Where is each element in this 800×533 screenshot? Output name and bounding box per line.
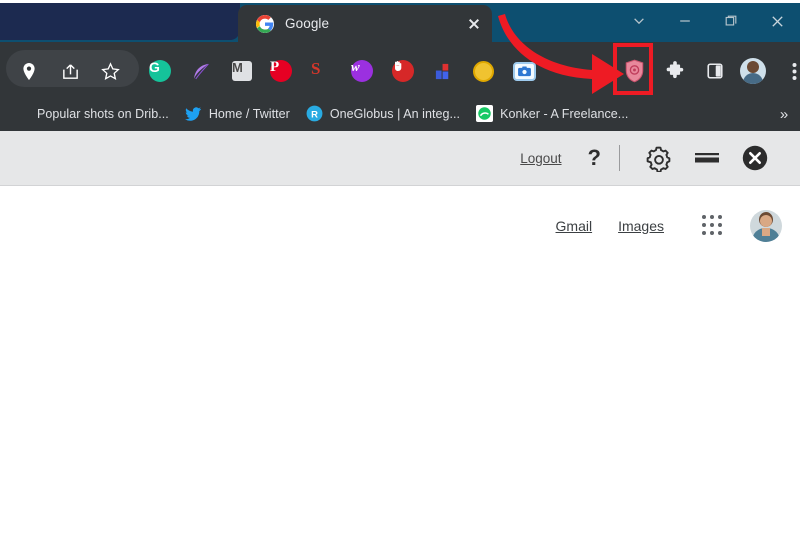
maximize-icon[interactable]: [708, 0, 754, 42]
bookmark-item[interactable]: Home / Twitter: [178, 101, 297, 127]
puzzle-extensions-icon[interactable]: [660, 56, 690, 86]
google-apps-grid-icon[interactable]: [702, 215, 724, 237]
gear-icon[interactable]: [642, 141, 676, 175]
bookmark-label: Konker - A Freelance...: [500, 106, 629, 121]
help-button[interactable]: ?: [588, 147, 601, 169]
browser-tab-google[interactable]: Google: [238, 5, 492, 42]
quill-pen-icon[interactable]: [186, 56, 216, 86]
minimize-icon[interactable]: [662, 0, 708, 42]
google-favicon-icon: [256, 14, 274, 33]
bookmark-label: OneGlobus | An integ...: [329, 106, 461, 121]
google-page-header: Gmail Images: [556, 210, 782, 242]
browser-window: Google G M P S w Popular shots on Drib..…: [0, 0, 800, 533]
window-controls: [616, 0, 800, 42]
coin-icon[interactable]: [468, 56, 498, 86]
svg-text:R: R: [311, 109, 318, 120]
title-bar: Google: [0, 0, 800, 42]
chevron-down-icon[interactable]: [616, 0, 662, 42]
screenshot-cam-icon[interactable]: [509, 56, 539, 86]
images-link[interactable]: Images: [618, 218, 664, 234]
bookmarks-overflow-icon[interactable]: »: [774, 104, 794, 124]
seo-icon[interactable]: S: [307, 56, 337, 86]
konker-icon: [476, 105, 494, 122]
dribbble-icon: [13, 105, 30, 122]
bookmark-item[interactable]: Popular shots on Drib...: [6, 101, 176, 127]
grammarly-icon[interactable]: G: [145, 56, 175, 86]
wordpress-w-icon[interactable]: w: [347, 56, 377, 86]
close-tab-icon[interactable]: [462, 12, 486, 36]
tab-title: Google: [285, 16, 330, 31]
minimize-bar-icon[interactable]: [690, 141, 724, 175]
oneglobus-icon: R: [306, 105, 323, 122]
bookmark-item[interactable]: R OneGlobus | An integ...: [299, 101, 467, 127]
highlight-box-shield-icon: [613, 43, 653, 95]
page-content: Gmail Images: [0, 187, 800, 533]
chrome-menu-icon[interactable]: [779, 56, 800, 86]
logout-link[interactable]: Logout: [520, 151, 561, 166]
profile-avatar-icon[interactable]: [738, 56, 768, 86]
bookmark-item[interactable]: Konker - A Freelance...: [469, 101, 635, 127]
bookmarks-bar: Popular shots on Drib... Home / Twitter …: [0, 96, 800, 131]
app-toolbar: Logout ?: [0, 131, 800, 186]
gmail-m-icon[interactable]: M: [227, 56, 257, 86]
title-bar-left-region: [0, 0, 240, 40]
twitter-icon: [185, 105, 202, 122]
similarweb-icon[interactable]: [428, 56, 458, 86]
pinterest-icon[interactable]: P: [266, 56, 296, 86]
location-pin-icon[interactable]: [14, 56, 44, 86]
side-panel-icon[interactable]: [700, 56, 730, 86]
bookmark-label: Popular shots on Drib...: [37, 106, 169, 121]
user-avatar[interactable]: [750, 210, 782, 242]
gmail-link[interactable]: Gmail: [556, 218, 593, 234]
share-icon[interactable]: [55, 56, 85, 86]
close-circle-icon[interactable]: [738, 141, 772, 175]
close-icon[interactable]: [754, 0, 800, 42]
toolbar-divider: [619, 145, 620, 171]
bookmark-star-icon[interactable]: [95, 56, 125, 86]
hand-stop-icon[interactable]: [388, 56, 418, 86]
bookmark-label: Home / Twitter: [208, 106, 290, 121]
